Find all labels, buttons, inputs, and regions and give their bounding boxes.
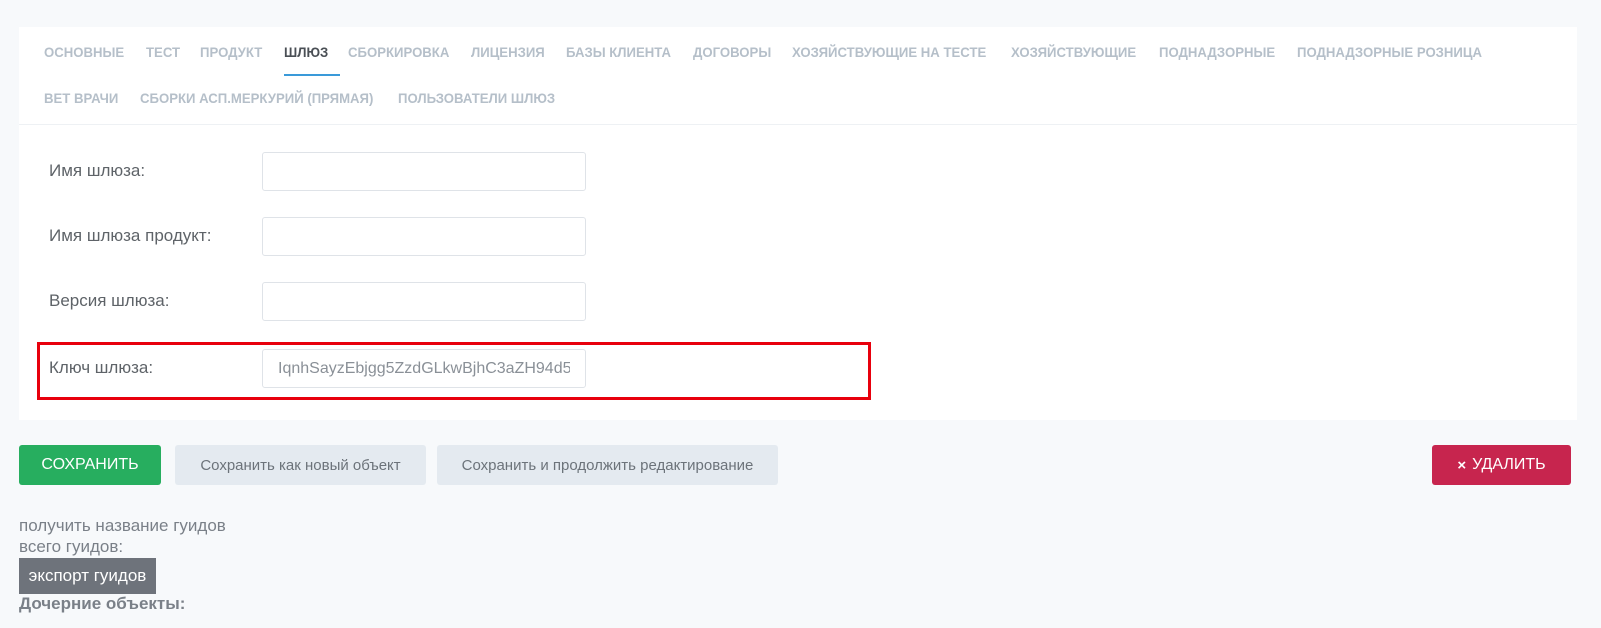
total-guids-label: всего гуидов: bbox=[19, 537, 124, 556]
gateway-name-input[interactable] bbox=[262, 152, 586, 191]
tab-main[interactable]: ОСНОВНЫЕ bbox=[44, 44, 124, 60]
tab-gateway-users[interactable]: ПОЛЬЗОВАТЕЛИ ШЛЮЗ bbox=[398, 90, 555, 106]
close-icon: × bbox=[1457, 456, 1467, 474]
gateway-version-label: Версия шлюза: bbox=[49, 291, 170, 310]
tab-assembly[interactable]: СБОРКИРОВКА bbox=[348, 44, 449, 60]
gateway-key-highlight bbox=[37, 342, 871, 400]
save-and-continue-button[interactable]: Сохранить и продолжить редактирование bbox=[437, 445, 778, 485]
child-objects-title: Дочерние объекты: bbox=[19, 594, 186, 613]
tab-businesses-test[interactable]: ХОЗЯЙСТВУЮЩИЕ НА ТЕСТЕ bbox=[792, 44, 986, 60]
export-guids-button[interactable]: экспорт гуидов bbox=[19, 558, 156, 594]
delete-button[interactable]: × УДАЛИТЬ bbox=[1432, 445, 1571, 485]
gateway-name-label: Имя шлюза: bbox=[49, 161, 146, 180]
tab-businesses[interactable]: ХОЗЯЙСТВУЮЩИЕ bbox=[1011, 44, 1136, 60]
tab-test[interactable]: ТЕСТ bbox=[146, 44, 180, 60]
tab-supervised-retail[interactable]: ПОДНАДЗОРНЫЕ РОЗНИЦА bbox=[1297, 44, 1482, 60]
save-as-new-button[interactable]: Сохранить как новый объект bbox=[175, 445, 426, 485]
tab-client-bases[interactable]: БАЗЫ КЛИЕНТА bbox=[566, 44, 671, 60]
tab-product[interactable]: ПРОДУКТ bbox=[200, 44, 262, 60]
active-tab-indicator bbox=[284, 74, 340, 76]
gateway-product-name-input[interactable] bbox=[262, 217, 586, 256]
tab-contracts[interactable]: ДОГОВОРЫ bbox=[693, 44, 771, 60]
tab-supervised[interactable]: ПОДНАДЗОРНЫЕ bbox=[1159, 44, 1275, 60]
tab-gateway[interactable]: ШЛЮЗ bbox=[284, 44, 328, 60]
delete-button-label: УДАЛИТЬ bbox=[1472, 456, 1546, 473]
get-guid-names-link[interactable]: получить название гуидов bbox=[19, 516, 226, 536]
gateway-version-input[interactable] bbox=[262, 282, 586, 321]
gateway-product-name-label: Имя шлюза продукт: bbox=[49, 226, 212, 245]
tab-asp-mercury-builds[interactable]: СБОРКИ АСП.МЕРКУРИЙ (ПРЯМАЯ) bbox=[140, 90, 373, 106]
tab-vets[interactable]: ВЕТ ВРАЧИ bbox=[44, 90, 118, 106]
save-button[interactable]: СОХРАНИТЬ bbox=[19, 445, 161, 485]
tab-bar: ОСНОВНЫЕ ТЕСТ ПРОДУКТ ШЛЮЗ СБОРКИРОВКА Л… bbox=[19, 27, 1577, 125]
tab-license[interactable]: ЛИЦЕНЗИЯ bbox=[471, 44, 545, 60]
